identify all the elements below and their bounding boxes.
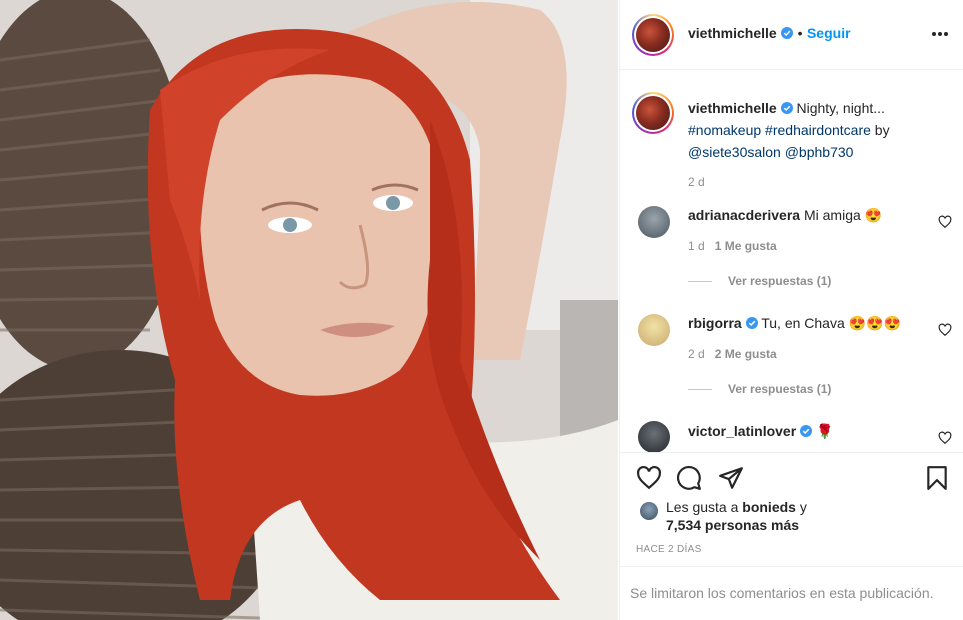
commenter-username[interactable]: victor_latinlover <box>688 423 796 439</box>
heart-icon[interactable] <box>938 215 952 229</box>
action-bar <box>620 452 963 500</box>
post-timestamp[interactable]: HACE 2 DÍAS <box>636 544 702 555</box>
author-avatar[interactable] <box>632 14 674 56</box>
commenter-avatar[interactable] <box>638 206 670 238</box>
heart-icon[interactable] <box>938 431 952 445</box>
view-replies[interactable]: Ver respuestas (1) <box>688 382 831 396</box>
post-header: viethmichelle • Seguir <box>620 0 963 70</box>
caption-hashtags[interactable]: #nomakeup #redhairdontcare <box>688 122 871 138</box>
post-side-panel: viethmichelle • Seguir viethmichelle Nig… <box>619 0 963 620</box>
commenter-avatar[interactable] <box>638 314 670 346</box>
liker-username[interactable]: bonieds <box>742 499 796 515</box>
comment-text: Mi amiga 😍 <box>803 207 883 223</box>
comment-time[interactable]: 1 d <box>688 239 705 253</box>
comment-likes[interactable]: 2 Me gusta <box>715 347 777 361</box>
commenter-username[interactable]: adrianacderivera <box>688 207 800 223</box>
post-caption: viethmichelle Nighty, night... #nomakeup… <box>688 97 950 193</box>
comment-body: adrianacderivera Mi amiga 😍 <box>688 206 882 224</box>
caption-username[interactable]: viethmichelle <box>688 100 777 116</box>
liker-avatar[interactable] <box>638 500 660 522</box>
heart-icon[interactable] <box>636 465 662 491</box>
comment-text: 🌹 <box>815 423 834 439</box>
separator-dot: • <box>797 25 803 41</box>
comment-meta: 2 d 2 Me gusta <box>688 347 777 361</box>
comment-likes[interactable]: 1 Me gusta <box>715 239 777 253</box>
comment-item: rbigorra Tu, en Chava 😍😍😍 2 d2 Me gusta … <box>620 312 963 408</box>
verified-icon <box>745 317 758 329</box>
author-username[interactable]: viethmichelle <box>688 25 777 41</box>
comment-item: victor_latinlover 🌹 <box>620 420 963 452</box>
header-line: viethmichelle • Seguir <box>688 25 851 43</box>
more-options-icon[interactable] <box>930 24 950 44</box>
view-replies[interactable]: Ver respuestas (1) <box>688 274 831 288</box>
follow-button[interactable]: Seguir <box>807 25 851 41</box>
caption-time[interactable]: 2 d <box>688 171 950 193</box>
likes-line-1: Les gusta a bonieds y <box>666 499 807 515</box>
comment-meta: 1 d 1 Me gusta <box>688 239 777 253</box>
post-photo[interactable] <box>0 0 618 620</box>
verified-icon <box>780 102 793 114</box>
verified-icon <box>781 27 794 39</box>
commenter-username[interactable]: rbigorra <box>688 315 742 331</box>
comment-icon[interactable] <box>676 465 702 491</box>
comment-body: victor_latinlover 🌹 <box>688 422 833 440</box>
selfie-image <box>0 0 618 620</box>
commenter-avatar[interactable] <box>638 421 670 452</box>
comment-text: Tu, en Chava 😍😍😍 <box>761 315 901 331</box>
comment-body: rbigorra Tu, en Chava 😍😍😍 <box>688 314 901 332</box>
verified-icon <box>800 425 813 437</box>
caption-avatar[interactable] <box>632 92 674 134</box>
caption-mentions[interactable]: @siete30salon @bphb730 <box>688 144 853 160</box>
comment-item: adrianacderivera Mi amiga 😍 1 d 1 Me gust… <box>620 204 963 300</box>
comment-time[interactable]: 2 d <box>688 347 705 361</box>
save-icon[interactable] <box>924 465 950 491</box>
share-icon[interactable] <box>718 465 744 491</box>
caption-text: Nighty, night... <box>796 100 885 116</box>
heart-icon[interactable] <box>938 323 952 337</box>
caption-by: by <box>874 122 890 138</box>
comments-limited-notice: Se limitaron los comentarios en esta pub… <box>620 566 963 620</box>
likes-count[interactable]: 7,534 personas más <box>666 517 799 533</box>
